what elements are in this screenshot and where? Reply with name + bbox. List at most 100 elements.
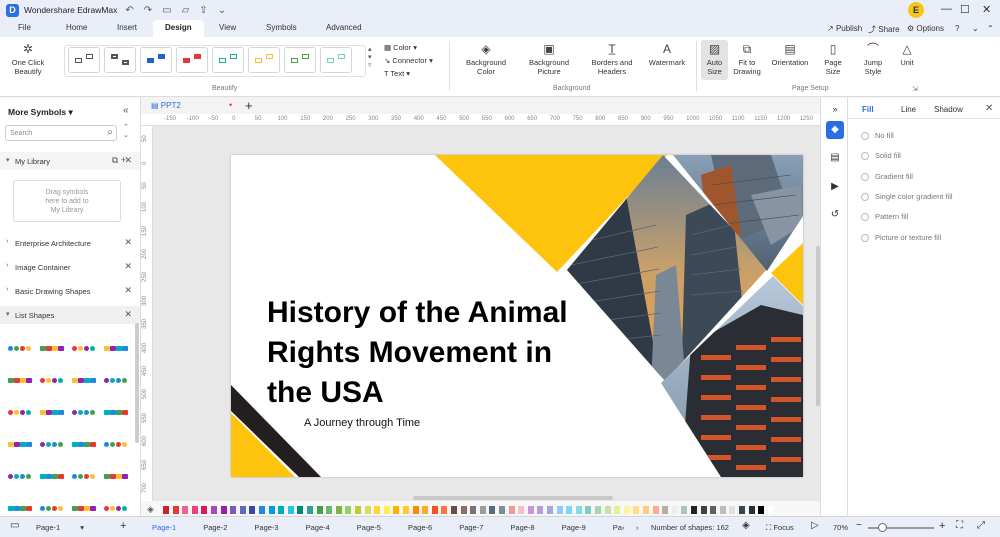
color-swatch[interactable] — [623, 506, 630, 514]
zoom-out-icon[interactable]: − — [856, 520, 862, 531]
beautify-style-4[interactable] — [176, 47, 208, 73]
text-button[interactable]: T Text ▾ — [384, 69, 410, 78]
color-swatch[interactable] — [499, 506, 505, 514]
color-swatch[interactable] — [383, 506, 390, 514]
help-button[interactable]: ? — [955, 24, 959, 33]
more-icon[interactable]: ⌄ — [218, 5, 226, 16]
list-shape-thumbnail[interactable] — [8, 344, 34, 354]
close-icon[interactable]: ✕ — [124, 237, 132, 248]
list-shape-thumbnail[interactable] — [40, 344, 66, 354]
color-swatch[interactable] — [403, 506, 409, 514]
list-shape-thumbnail[interactable] — [72, 408, 98, 418]
menu-insert[interactable]: Insert — [117, 23, 137, 32]
slide-page[interactable]: History of the Animal Rights Movement in… — [231, 155, 803, 477]
color-swatch[interactable] — [537, 506, 544, 514]
color-swatch[interactable] — [451, 506, 457, 514]
color-swatch[interactable] — [719, 506, 726, 514]
menu-file[interactable]: File — [18, 23, 31, 32]
color-swatch[interactable] — [412, 506, 419, 514]
panel-title[interactable]: More Symbols ▾ — [8, 107, 73, 118]
color-swatch[interactable] — [671, 506, 678, 514]
drawing-canvas[interactable]: History of the Animal Rights Movement in… — [153, 126, 820, 501]
page-tab[interactable]: Page-4 — [306, 523, 330, 532]
history-icon[interactable]: ↺ — [826, 206, 844, 224]
library-image-container[interactable]: › Image Container ✕ — [0, 258, 140, 276]
color-swatch[interactable] — [220, 506, 227, 514]
fill-option-solid[interactable]: Solid fill — [861, 151, 901, 161]
page-tab[interactable]: Pa — [613, 523, 622, 532]
color-swatch[interactable] — [748, 506, 755, 514]
layers-icon[interactable]: ◈ — [742, 520, 750, 531]
maximize-icon[interactable]: ☐ — [960, 3, 970, 16]
prev-page-icon[interactable]: ‹ — [622, 523, 625, 532]
color-swatch[interactable] — [355, 506, 361, 514]
color-swatch[interactable] — [710, 506, 717, 514]
color-swatch[interactable] — [595, 506, 601, 514]
close-icon[interactable]: ✕ — [985, 103, 993, 114]
beautify-style-1[interactable] — [68, 47, 100, 73]
watermark-button[interactable]: A Watermark — [644, 43, 690, 68]
color-swatch[interactable] — [508, 506, 515, 514]
menu-advanced[interactable]: Advanced — [326, 23, 362, 32]
color-swatch[interactable] — [163, 506, 169, 514]
color-swatch[interactable] — [614, 506, 621, 514]
library-my-library[interactable]: ▾ My Library ⧉ + ✕ — [0, 152, 140, 170]
list-shape-thumbnail[interactable] — [72, 504, 98, 514]
menu-home[interactable]: Home — [66, 23, 87, 32]
borders-headers-button[interactable]: T̲ Borders and Headers — [586, 43, 638, 77]
panel-toggle-icon[interactable]: ▭ — [10, 520, 19, 531]
open-icon[interactable]: ▱ — [182, 5, 190, 16]
save-icon[interactable]: ▭ — [162, 5, 171, 16]
color-swatch[interactable] — [316, 506, 323, 514]
unit-button[interactable]: △ Unit — [895, 43, 919, 68]
list-shape-thumbnail[interactable] — [40, 408, 66, 418]
color-swatch[interactable] — [239, 506, 246, 514]
color-swatch[interactable] — [441, 506, 448, 514]
beautify-style-6[interactable] — [248, 47, 280, 73]
next-page-icon[interactable]: › — [636, 523, 639, 532]
fill-option-single-gradient[interactable]: Single color gradient fill — [861, 192, 953, 202]
beautify-style-7[interactable] — [284, 47, 316, 73]
page-tab[interactable]: Page-1 — [152, 523, 176, 532]
list-shape-thumbnail[interactable] — [40, 376, 66, 386]
list-shape-thumbnail[interactable] — [8, 440, 34, 450]
background-color-button[interactable]: ◈ Background Color — [460, 43, 512, 77]
list-shape-thumbnail[interactable] — [72, 344, 98, 354]
color-swatch[interactable] — [758, 506, 765, 514]
page-tab[interactable]: Page-2 — [203, 523, 227, 532]
color-swatch[interactable] — [211, 506, 217, 514]
fullscreen-icon[interactable]: ⤢ — [977, 520, 985, 531]
avatar[interactable]: E — [908, 2, 924, 18]
color-swatch[interactable] — [739, 506, 745, 514]
color-swatch[interactable] — [681, 506, 688, 514]
color-swatch[interactable] — [566, 506, 573, 514]
color-swatch[interactable] — [729, 506, 736, 514]
page-tab[interactable]: Page-8 — [510, 523, 534, 532]
color-swatch[interactable] — [700, 506, 707, 514]
color-swatch[interactable] — [556, 506, 563, 514]
share-button[interactable]: ⤴ Share — [868, 24, 900, 35]
list-shape-thumbnail[interactable] — [40, 440, 66, 450]
color-swatch[interactable] — [585, 506, 592, 514]
color-swatch[interactable] — [604, 506, 611, 514]
background-picture-button[interactable]: ▣ Background Picture — [522, 43, 576, 77]
beautify-style-2[interactable] — [104, 47, 136, 73]
color-swatch[interactable] — [335, 506, 342, 514]
focus-button[interactable]: ⛶ Focus — [766, 523, 794, 533]
fill-paint-icon[interactable]: ◆ — [826, 121, 844, 139]
list-shape-thumbnail[interactable] — [40, 472, 66, 482]
fill-bucket-icon[interactable]: ◈ — [147, 504, 154, 515]
canvas-horizontal-scrollbar[interactable] — [413, 496, 613, 500]
page-tab[interactable]: Page-7 — [459, 523, 483, 532]
page-properties-icon[interactable]: ▤ — [826, 149, 844, 167]
search-input[interactable]: Search ⌕ — [5, 125, 117, 141]
color-swatch[interactable] — [297, 506, 304, 514]
color-swatch[interactable] — [489, 506, 496, 514]
color-swatch[interactable] — [767, 506, 774, 514]
beautify-style-8[interactable] — [320, 47, 352, 73]
fit-to-drawing-button[interactable]: ⧉ Fit to Drawing — [731, 43, 763, 77]
list-shape-thumbnail[interactable] — [104, 344, 130, 354]
export-icon[interactable]: ⇪ — [199, 5, 207, 16]
panel-scrollbar[interactable] — [135, 323, 139, 443]
current-page-select[interactable]: Page-1 ▾ — [36, 523, 84, 532]
